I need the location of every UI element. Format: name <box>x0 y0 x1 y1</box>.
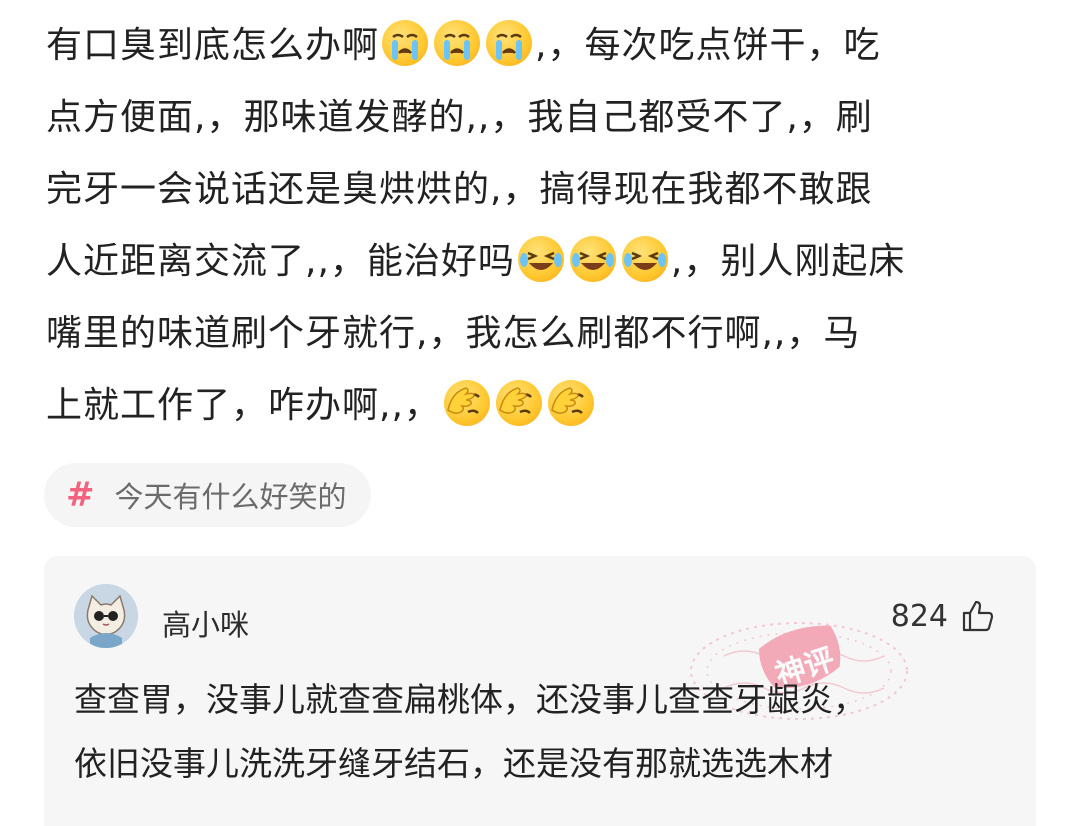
topic-tag[interactable]: # 今天有什么好笑的 <box>44 463 371 527</box>
post-text: ,，每次吃点饼干，吃 <box>535 25 881 66</box>
comment-username[interactable]: 高小咪 <box>162 602 249 644</box>
facepalm-face-icon <box>547 380 594 426</box>
thumbs-up-icon[interactable] <box>960 598 996 634</box>
comment-body: 查查胃，没事儿就查查扁桃体，还没事儿查查牙龈炎， 依旧没事儿洗洗牙缝牙结石，还是… <box>74 668 1014 796</box>
hashtag-icon: # <box>66 475 95 515</box>
post-line-4: 人近距离交流了,,，能治好吗 ,，别人刚起床 <box>46 226 1036 298</box>
facepalm-face-icon <box>495 380 542 426</box>
post-text: 上就工作了，咋办啊,,， <box>46 385 441 426</box>
top-comment-card[interactable]: 高小咪 神评 824 查查胃，没事儿就查查扁桃体，还没事儿查查牙龈炎， 依旧没事… <box>44 556 1036 826</box>
post-line-5: 嘴里的味道刷个牙就行,，我怎么刷都不行啊,,，马 <box>46 298 1036 370</box>
post-text: 嘴里的味道刷个牙就行,，我怎么刷都不行啊,,，马 <box>46 313 861 354</box>
laugh-cry-face-icon <box>517 236 564 282</box>
crying-face-icon <box>434 20 481 66</box>
comment-line: 查查胃，没事儿就查查扁桃体，还没事儿查查牙龈炎， <box>74 680 866 719</box>
avatar[interactable] <box>74 584 138 648</box>
laugh-cry-face-icon <box>621 236 668 282</box>
post-text: 人近距离交流了,,，能治好吗 <box>46 241 515 282</box>
comment-line: 依旧没事儿洗洗牙缝牙结石，还是没有那就选选木材 <box>74 744 833 783</box>
crying-face-icon <box>486 20 533 66</box>
like-control[interactable]: 824 <box>891 598 996 634</box>
crying-face-icon <box>382 20 429 66</box>
post-line-2: 点方便面,，那味道发酵的,,，我自己都受不了,，刷 <box>46 82 1036 154</box>
post-line-6: 上就工作了，咋办啊,,， <box>46 370 1036 442</box>
post-line-3: 完牙一会说话还是臭烘烘的,，搞得现在我都不敢跟 <box>46 154 1036 226</box>
post-text: ,，别人刚起床 <box>670 241 906 282</box>
post-line-1: 有口臭到底怎么办啊 ,，每次吃点饼干，吃 <box>46 10 1036 82</box>
post-text: 点方便面,，那味道发酵的,,，我自己都受不了,，刷 <box>46 97 873 138</box>
post-text: 完牙一会说话还是臭烘烘的,，搞得现在我都不敢跟 <box>46 169 873 210</box>
like-count: 824 <box>890 598 948 634</box>
laugh-cry-face-icon <box>569 236 616 282</box>
topic-label: 今天有什么好笑的 <box>114 480 347 514</box>
post-body: 有口臭到底怎么办啊 ,，每次吃点饼干，吃 点方便面,，那味道发酵的,,，我自己都受… <box>46 10 1036 442</box>
facepalm-face-icon <box>443 380 490 426</box>
post-text: 有口臭到底怎么办啊 <box>46 25 380 66</box>
